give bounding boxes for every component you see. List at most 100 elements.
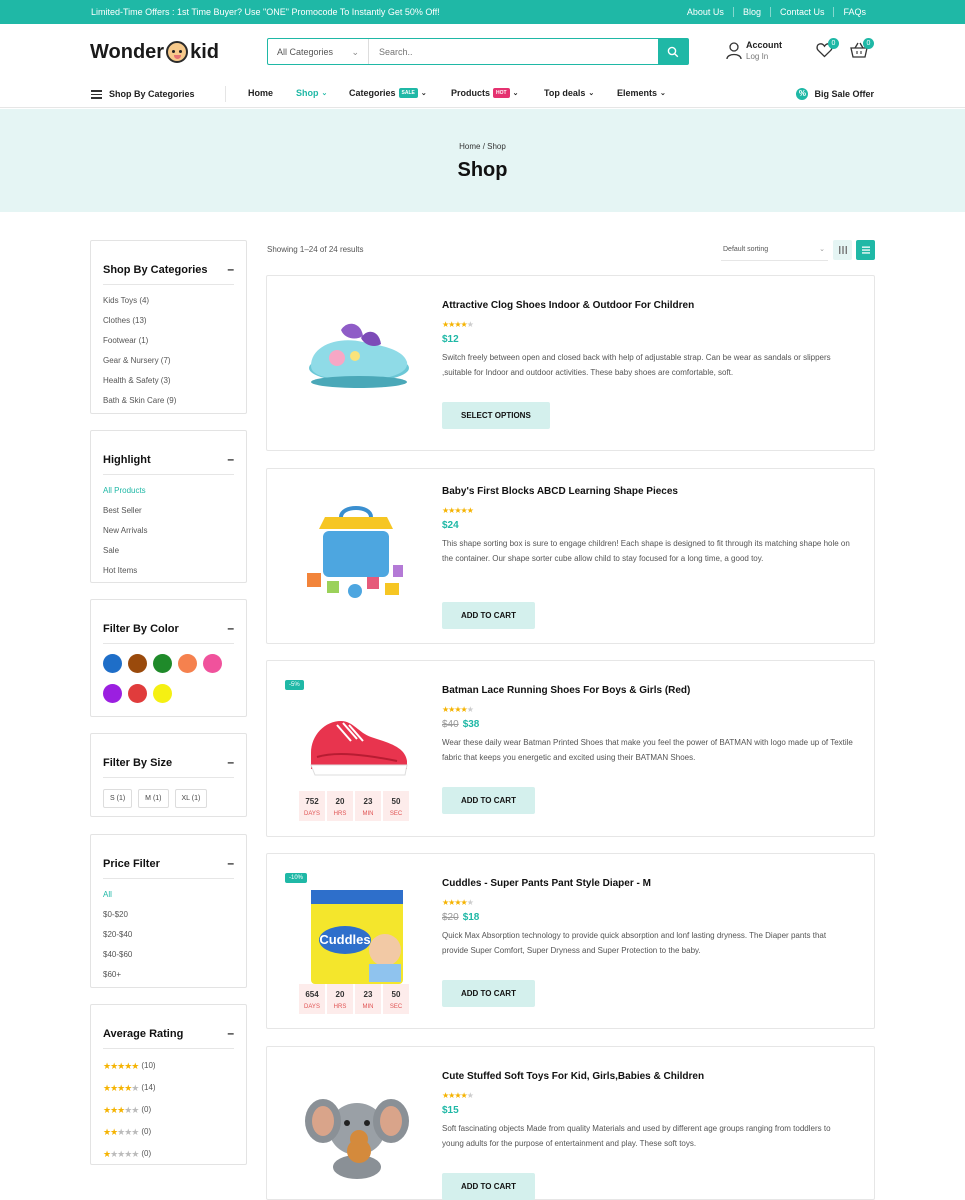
highlight-item[interactable]: Best Seller: [103, 501, 234, 521]
widget-color-filter: Filter By Color –: [90, 599, 247, 717]
color-swatch[interactable]: [153, 684, 172, 703]
color-swatch[interactable]: [103, 684, 122, 703]
search-input[interactable]: [369, 39, 658, 64]
product-title[interactable]: Batman Lace Running Shoes For Boys & Gir…: [442, 685, 854, 696]
product-image[interactable]: [297, 1077, 417, 1182]
color-swatch[interactable]: [203, 654, 222, 673]
big-sale-offer-link[interactable]: % Big Sale Offer: [796, 88, 874, 100]
star-rating-icon: ★★★★★: [442, 1091, 474, 1100]
category-item[interactable]: Health & Safety (3): [103, 371, 234, 391]
add-to-cart-button[interactable]: ADD TO CART: [442, 787, 535, 814]
category-item[interactable]: Bath & Skin Care (9): [103, 391, 234, 411]
color-swatch[interactable]: [128, 684, 147, 703]
price-option[interactable]: All: [103, 885, 234, 905]
highlight-item[interactable]: New Arrivals: [103, 521, 234, 541]
search-category-select[interactable]: All Categories ⌄: [268, 39, 369, 64]
price-option[interactable]: $60+: [103, 965, 234, 985]
chevron-down-icon: ⌄: [321, 90, 328, 97]
rating-option[interactable]: ★★★★★ (10): [103, 1055, 234, 1077]
countdown-unit: 20 HRS: [327, 984, 353, 1014]
rating-option[interactable]: ★★★★★ (0): [103, 1099, 234, 1121]
collapse-icon[interactable]: –: [227, 262, 234, 276]
search-button[interactable]: [658, 39, 688, 64]
site-logo[interactable]: Wonder kid: [90, 38, 219, 66]
category-item[interactable]: Gear & Nursery (7): [103, 351, 234, 371]
select-options-button[interactable]: SELECT OPTIONS: [442, 402, 550, 429]
add-to-cart-button[interactable]: ADD TO CART: [442, 602, 535, 629]
wishlist-count-badge: 0: [828, 38, 839, 49]
nav-item-top-deals[interactable]: Top deals ⌄: [544, 88, 594, 98]
cart-button[interactable]: 0: [850, 38, 874, 63]
add-to-cart-button[interactable]: ADD TO CART: [442, 1173, 535, 1200]
size-option[interactable]: M (1): [138, 789, 169, 808]
product-title[interactable]: Baby's First Blocks ABCD Learning Shape …: [442, 486, 854, 497]
current-price: $24: [442, 520, 459, 531]
login-link[interactable]: Log In: [746, 51, 782, 62]
product-description: This shape sorting box is sure to engage…: [442, 539, 850, 563]
collapse-icon[interactable]: –: [227, 452, 234, 466]
color-swatch[interactable]: [178, 654, 197, 673]
star-rating-icon: ★★★★★: [103, 1127, 139, 1137]
sort-select[interactable]: Default sorting ⌄: [721, 240, 828, 261]
deal-countdown: 752 DAYS 20 HRS 23 MIN 50 SEC: [299, 791, 411, 821]
nav-item-elements[interactable]: Elements ⌄: [617, 88, 666, 98]
countdown-label: MIN: [355, 1001, 381, 1012]
topbar-link-about[interactable]: About Us: [678, 7, 733, 17]
product-image[interactable]: Cuddles: [297, 884, 417, 989]
add-to-cart-button[interactable]: ADD TO CART: [442, 980, 535, 1007]
collapse-icon[interactable]: –: [227, 856, 234, 870]
topbar-link-blog[interactable]: Blog: [732, 7, 770, 17]
countdown-label: SEC: [383, 808, 409, 819]
price-option[interactable]: $40-$60: [103, 945, 234, 965]
grid-view-button[interactable]: [833, 240, 852, 260]
account-link[interactable]: Account Log In: [726, 40, 782, 62]
breadcrumb[interactable]: Home / Shop: [0, 142, 965, 151]
collapse-icon[interactable]: –: [227, 755, 234, 769]
product-image[interactable]: [297, 300, 417, 405]
rating-count: (0): [141, 1105, 152, 1114]
widget-title: Filter By Color: [103, 623, 179, 635]
collapse-icon[interactable]: –: [227, 1026, 234, 1040]
countdown-value: 23: [355, 987, 381, 1001]
product-title[interactable]: Cute Stuffed Soft Toys For Kid, Girls,Ba…: [442, 1071, 854, 1082]
nav-item-categories[interactable]: Categories SALE ⌄: [349, 88, 427, 98]
product-title[interactable]: Attractive Clog Shoes Indoor & Outdoor F…: [442, 300, 854, 311]
rating-option[interactable]: ★★★★★ (0): [103, 1143, 234, 1165]
highlight-item[interactable]: Hot Items: [103, 561, 234, 581]
sort-value: Default sorting: [723, 246, 769, 253]
topbar-link-contact[interactable]: Contact Us: [769, 7, 834, 17]
widget-title: Filter By Size: [103, 757, 173, 769]
nav-label-elements: Elements: [617, 88, 658, 98]
category-item[interactable]: Footwear (1): [103, 331, 234, 351]
product-card: -5% 752 DAYS 20 HRS 23 MIN 50 SEC Batman Lace Run…: [266, 660, 875, 837]
shop-by-categories-menu[interactable]: Shop By Categories: [91, 88, 195, 101]
product-image[interactable]: [297, 503, 417, 608]
wishlist-button[interactable]: 0: [816, 38, 839, 63]
grid-icon: [838, 246, 847, 254]
highlight-item[interactable]: Sale: [103, 541, 234, 561]
size-option[interactable]: XL (1): [174, 789, 208, 808]
rating-option[interactable]: ★★★★★ (14): [103, 1077, 234, 1099]
product-image[interactable]: [297, 691, 417, 796]
promo-topbar: Limited-Time Offers : 1st Time Buyer? Us…: [0, 0, 965, 24]
collapse-icon[interactable]: –: [227, 621, 234, 635]
product-title[interactable]: Cuddles - Super Pants Pant Style Diaper …: [442, 878, 854, 889]
color-swatch[interactable]: [103, 654, 122, 673]
category-item[interactable]: Clothes (13): [103, 311, 234, 331]
price-option[interactable]: $20-$40: [103, 925, 234, 945]
rating-option[interactable]: ★★★★★ (0): [103, 1121, 234, 1143]
chevron-down-icon: ⌄: [420, 90, 427, 97]
nav-item-home[interactable]: Home: [248, 88, 273, 98]
list-view-button[interactable]: [856, 240, 875, 260]
size-option[interactable]: S (1): [103, 789, 133, 808]
highlight-item[interactable]: All Products: [103, 481, 234, 501]
color-swatch[interactable]: [153, 654, 172, 673]
product-description: Wear these daily wear Batman Printed Sho…: [442, 738, 853, 762]
nav-item-products[interactable]: Products HOT ⌄: [451, 88, 518, 98]
nav-item-shop[interactable]: Shop ⌄: [296, 88, 327, 98]
current-price: $12: [442, 334, 459, 345]
topbar-link-faqs[interactable]: FAQs: [833, 7, 875, 17]
price-option[interactable]: $0-$20: [103, 905, 234, 925]
category-item[interactable]: Kids Toys (4): [103, 291, 234, 311]
color-swatch[interactable]: [128, 654, 147, 673]
